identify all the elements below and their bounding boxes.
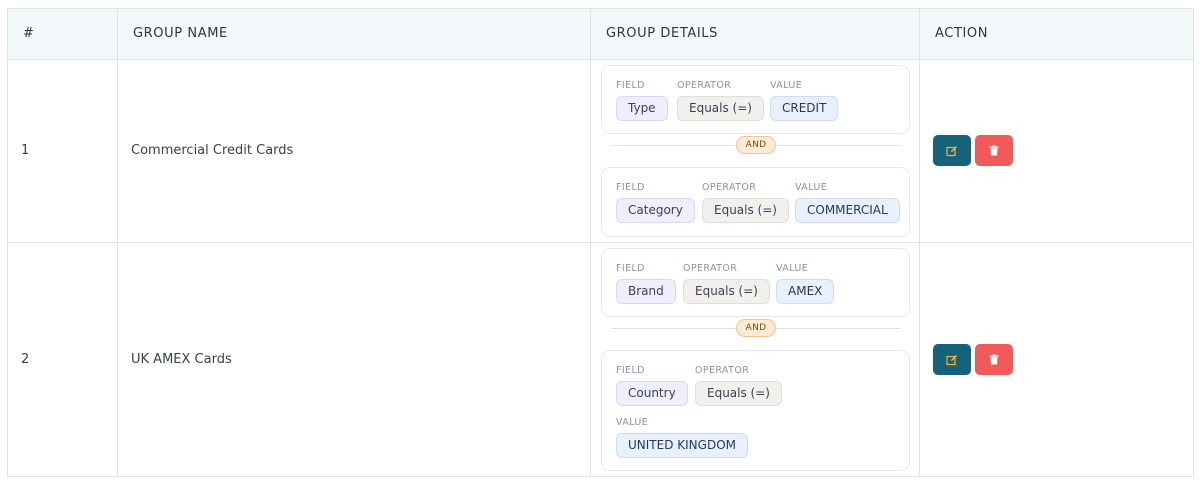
value-pill: CREDIT [770,96,839,121]
field-pill: Brand [616,279,676,304]
trash-icon [989,145,999,156]
operator-label: OPERATOR [683,263,738,274]
table-header: # GROUP NAME GROUP DETAILS ACTION [8,9,1193,60]
header-action: ACTION [935,26,989,41]
group-name: UK AMEX Cards [131,352,232,367]
operator-pill: Equals (=) [677,96,764,121]
header-group-name: GROUP NAME [133,26,228,41]
operator-label: OPERATOR [677,80,732,91]
value-pill: AMEX [776,279,835,304]
group-name: Commercial Credit Cards [131,143,294,158]
and-badge: AND [736,319,776,337]
operator-pill: Equals (=) [683,279,770,304]
field-label: FIELD [616,182,645,193]
value-pill: COMMERCIAL [795,198,900,223]
row-index: 2 [21,352,30,367]
value-label: VALUE [776,263,809,274]
condition-card: FIELD OPERATOR VALUE Type Equals (=) CRE… [601,65,910,134]
and-badge: AND [736,136,776,154]
field-label: FIELD [616,80,645,91]
row-divider [8,242,1193,243]
delete-button[interactable] [975,344,1013,375]
value-label: VALUE [795,182,828,193]
value-label: VALUE [770,80,803,91]
condition-card: FIELD OPERATOR VALUE Category Equals (=)… [601,167,910,237]
operator-label: OPERATOR [695,365,750,376]
field-pill: Type [616,96,668,121]
condition-card: FIELD OPERATOR VALUE Brand Equals (=) AM… [601,248,910,317]
condition-card: FIELD OPERATOR Country Equals (=) VALUE … [601,350,910,471]
trash-icon [989,354,999,365]
value-pill: UNITED KINGDOM [616,433,748,458]
field-pill: Country [616,381,688,406]
value-label: VALUE [616,417,649,428]
field-label: FIELD [616,365,645,376]
groups-table: # GROUP NAME GROUP DETAILS ACTION 1 Comm… [7,8,1194,477]
operator-label: OPERATOR [702,182,757,193]
operator-pill: Equals (=) [702,198,789,223]
field-label: FIELD [616,263,645,274]
operator-pill: Equals (=) [695,381,782,406]
delete-button[interactable] [975,135,1013,166]
edit-button[interactable] [933,344,971,375]
edit-icon [946,354,957,365]
field-pill: Category [616,198,695,223]
header-group-details: GROUP DETAILS [606,26,719,41]
edit-button[interactable] [933,135,971,166]
header-index: # [23,26,35,41]
edit-icon [946,145,957,156]
row-index: 1 [21,143,30,158]
